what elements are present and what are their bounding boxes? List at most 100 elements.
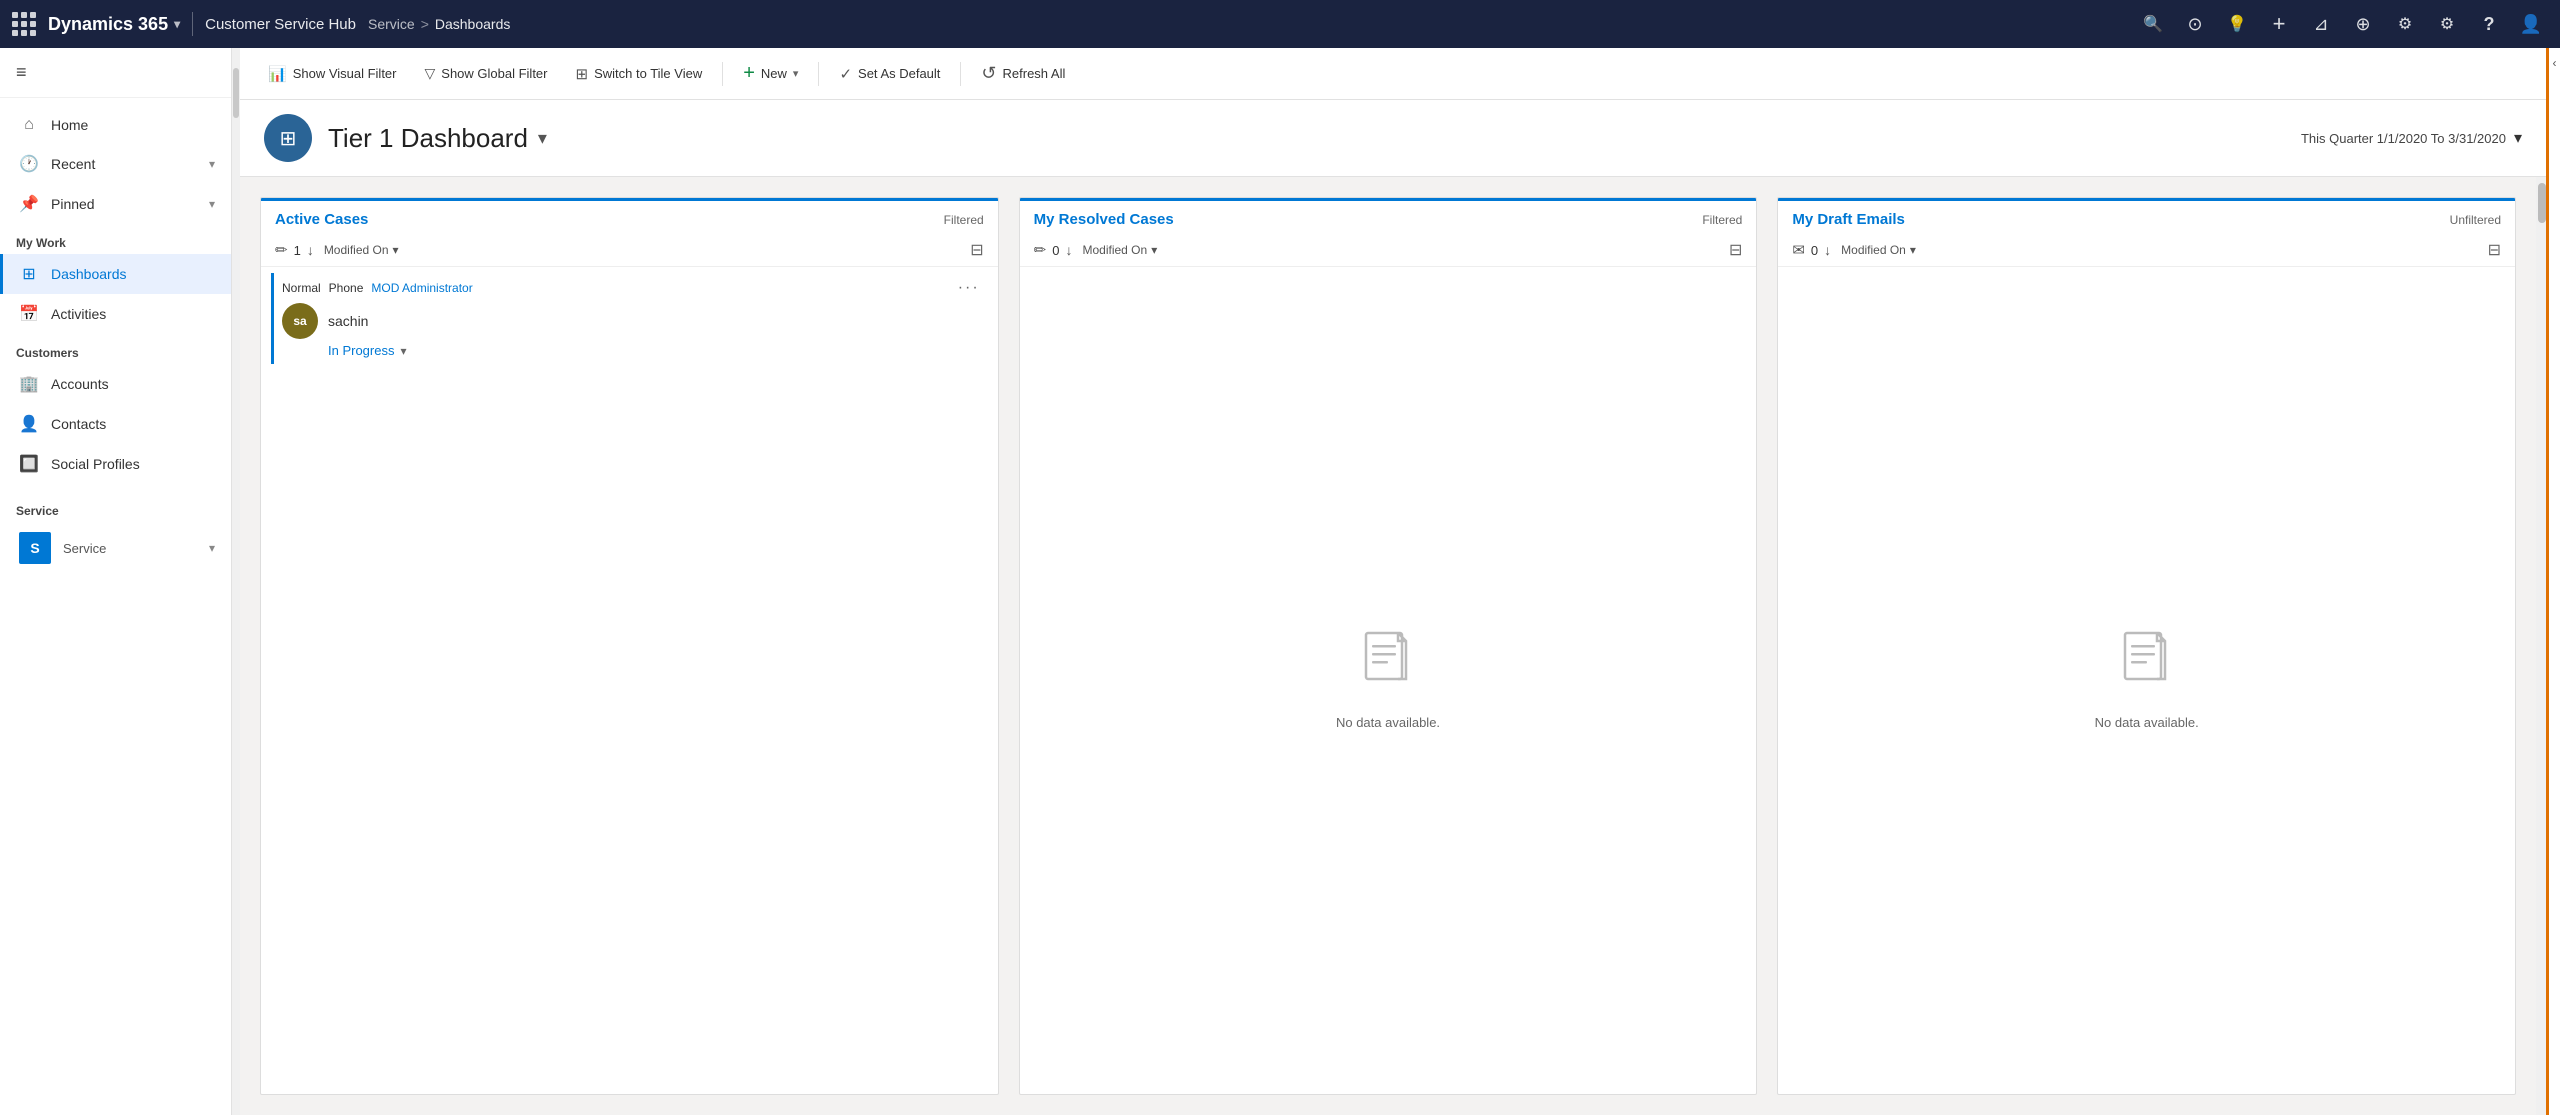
top-nav-actions: 🔍 ⊙ 💡 + ⊿ ⊕ ⚙ ⚙ ? 👤: [2136, 7, 2548, 41]
draft-emails-toolbar: ✉ 0 ↓ Modified On ▾ ⊟: [1778, 234, 2515, 267]
sidebar-item-home[interactable]: ⌂ Home: [0, 106, 231, 144]
sidebar-item-contacts-label: Contacts: [51, 416, 106, 432]
search-icon[interactable]: 🔍: [2136, 7, 2170, 41]
sidebar-item-service[interactable]: S Service ▾: [0, 522, 231, 584]
active-cases-sort-field[interactable]: Modified On ▾: [324, 243, 399, 257]
resolved-cases-header: My Resolved Cases Filtered: [1020, 198, 1757, 234]
new-label: New: [761, 66, 787, 81]
dashboard-avatar-icon: ⊞: [264, 114, 312, 162]
refresh-all-button[interactable]: ↺ Refresh All: [969, 57, 1077, 90]
case-owner[interactable]: MOD Administrator: [371, 281, 472, 295]
case-list-item: Normal Phone MOD Administrator ··· sa sa…: [271, 273, 988, 364]
active-cases-sort-label: Modified On: [324, 243, 389, 257]
active-cases-sort-down-icon[interactable]: ↓: [307, 242, 314, 258]
active-cases-grid-icon: ⊟: [970, 242, 983, 259]
tile-view-icon: ⊞: [576, 65, 589, 83]
draft-emails-grid-icon: ⊟: [2488, 242, 2501, 259]
main-content: 📊 Show Visual Filter ▽ Show Global Filte…: [240, 48, 2546, 1115]
draft-emails-sort-field[interactable]: Modified On ▾: [1841, 243, 1916, 257]
active-cases-sort-chevron-icon[interactable]: ▾: [393, 243, 399, 257]
resolved-cases-sort-chevron-icon[interactable]: ▾: [1151, 243, 1157, 257]
accounts-icon: 🏢: [19, 374, 39, 394]
draft-emails-sort-down-icon[interactable]: ↓: [1824, 242, 1831, 258]
breadcrumb: Service > Dashboards: [368, 16, 510, 32]
sidebar-item-activities[interactable]: 📅 Activities: [0, 294, 231, 334]
resolved-cases-no-data-text: No data available.: [1336, 715, 1440, 730]
dashboard-date-chevron-icon[interactable]: ▾: [2514, 128, 2522, 148]
settings-icon[interactable]: ⚙: [2388, 7, 2422, 41]
active-cases-edit-icon[interactable]: ✏: [275, 241, 288, 259]
draft-emails-sort-chevron-icon[interactable]: ▾: [1910, 243, 1916, 257]
sidebar-item-dashboards[interactable]: ⊞ Dashboards: [0, 254, 231, 294]
active-cases-filter-status: Filtered: [944, 213, 984, 227]
sidebar-item-social-profiles-label: Social Profiles: [51, 456, 140, 472]
resolved-cases-sort-field[interactable]: Modified On ▾: [1082, 243, 1157, 257]
switch-tile-view-label: Switch to Tile View: [594, 66, 702, 81]
brand-logo[interactable]: Dynamics 365 ▾: [48, 14, 180, 35]
sidebar-toggle-button[interactable]: ≡: [0, 48, 231, 98]
new-button[interactable]: + New ▾: [731, 56, 810, 91]
new-chevron-icon[interactable]: ▾: [793, 67, 799, 80]
case-status-text[interactable]: In Progress: [328, 343, 394, 358]
case-item-meta: Normal Phone MOD Administrator ···: [282, 279, 980, 297]
recent-chevron-icon[interactable]: ▾: [209, 157, 215, 171]
draft-emails-view-toggle[interactable]: ⊟: [2488, 240, 2501, 260]
filter-funnel-icon[interactable]: ⊿: [2304, 7, 2338, 41]
draft-emails-count: 0: [1811, 243, 1818, 258]
pinned-chevron-icon[interactable]: ▾: [209, 197, 215, 211]
resolved-cases-grid-icon: ⊟: [1729, 242, 1742, 259]
vertical-scrollbar[interactable]: [2536, 177, 2546, 1115]
sidebar-item-accounts-label: Accounts: [51, 376, 109, 392]
resolved-cases-edit-icon[interactable]: ✏: [1034, 241, 1047, 259]
dashboards-icon: ⊞: [19, 264, 39, 284]
case-item-main: sa sachin: [282, 303, 980, 339]
app-grid-icon[interactable]: [12, 12, 36, 36]
sidebar-item-accounts[interactable]: 🏢 Accounts: [0, 364, 231, 404]
circle-plus-icon[interactable]: ⊕: [2346, 7, 2380, 41]
new-icon: +: [743, 62, 755, 85]
case-item-more-icon[interactable]: ···: [958, 279, 980, 297]
vertical-scrollbar-thumb: [2538, 183, 2546, 223]
profile-icon[interactable]: 👤: [2514, 7, 2548, 41]
app-name: Customer Service Hub: [205, 16, 356, 33]
service-chevron-icon[interactable]: ▾: [209, 541, 215, 555]
sidebar-item-pinned[interactable]: 📌 Pinned ▾: [0, 184, 231, 224]
sidebar-scrollbar-thumb: [233, 68, 239, 118]
sidebar-item-recent-label: Recent: [51, 156, 95, 172]
draft-emails-envelope-icon: ✉: [1792, 241, 1805, 259]
add-icon[interactable]: +: [2262, 7, 2296, 41]
resolved-cases-view-toggle[interactable]: ⊟: [1729, 240, 1742, 260]
sidebar-scrollbar[interactable]: [232, 48, 240, 1115]
resolved-cases-count: 0: [1052, 243, 1059, 258]
resolved-cases-sort-down-icon[interactable]: ↓: [1065, 242, 1072, 258]
pinned-icon: 📌: [19, 194, 39, 214]
refresh-icon: ↺: [981, 63, 996, 84]
brand-chevron-icon[interactable]: ▾: [174, 17, 180, 31]
active-cases-view-toggle[interactable]: ⊟: [970, 240, 983, 260]
breadcrumb-current: Dashboards: [435, 16, 511, 32]
sidebar: ≡ ⌂ Home 🕐 Recent ▾ 📌 Pinned ▾: [0, 48, 232, 1115]
set-as-default-button[interactable]: ✓ Set As Default: [827, 59, 952, 89]
show-visual-filter-button[interactable]: 📊 Show Visual Filter: [256, 59, 409, 89]
sidebar-item-pinned-label: Pinned: [51, 196, 95, 212]
nav-divider: [192, 12, 193, 36]
resolved-cases-no-data: No data available.: [1020, 267, 1757, 1094]
contacts-icon: 👤: [19, 414, 39, 434]
toolbar-divider-3: [960, 62, 961, 86]
active-cases-header: Active Cases Filtered: [261, 198, 998, 234]
sidebar-item-recent[interactable]: 🕐 Recent ▾: [0, 144, 231, 184]
sidebar-item-social-profiles[interactable]: 🔲 Social Profiles: [0, 444, 231, 484]
right-panel-toggle-button[interactable]: ‹: [2549, 48, 2560, 78]
sidebar-item-contacts[interactable]: 👤 Contacts: [0, 404, 231, 444]
visual-filter-icon: 📊: [268, 65, 287, 83]
case-status-chevron-icon[interactable]: ▾: [400, 344, 406, 358]
help-icon[interactable]: ?: [2472, 7, 2506, 41]
dashboard-title-chevron-icon[interactable]: ▾: [538, 128, 547, 149]
dashboard-date-range: This Quarter 1/1/2020 To 3/31/2020 ▾: [2301, 128, 2522, 148]
show-global-filter-button[interactable]: ▽ Show Global Filter: [413, 59, 560, 88]
lightbulb-icon[interactable]: 💡: [2220, 7, 2254, 41]
case-channel: Phone: [329, 281, 364, 295]
gear-icon[interactable]: ⚙: [2430, 7, 2464, 41]
switch-tile-view-button[interactable]: ⊞ Switch to Tile View: [564, 59, 715, 89]
activity-icon[interactable]: ⊙: [2178, 7, 2212, 41]
